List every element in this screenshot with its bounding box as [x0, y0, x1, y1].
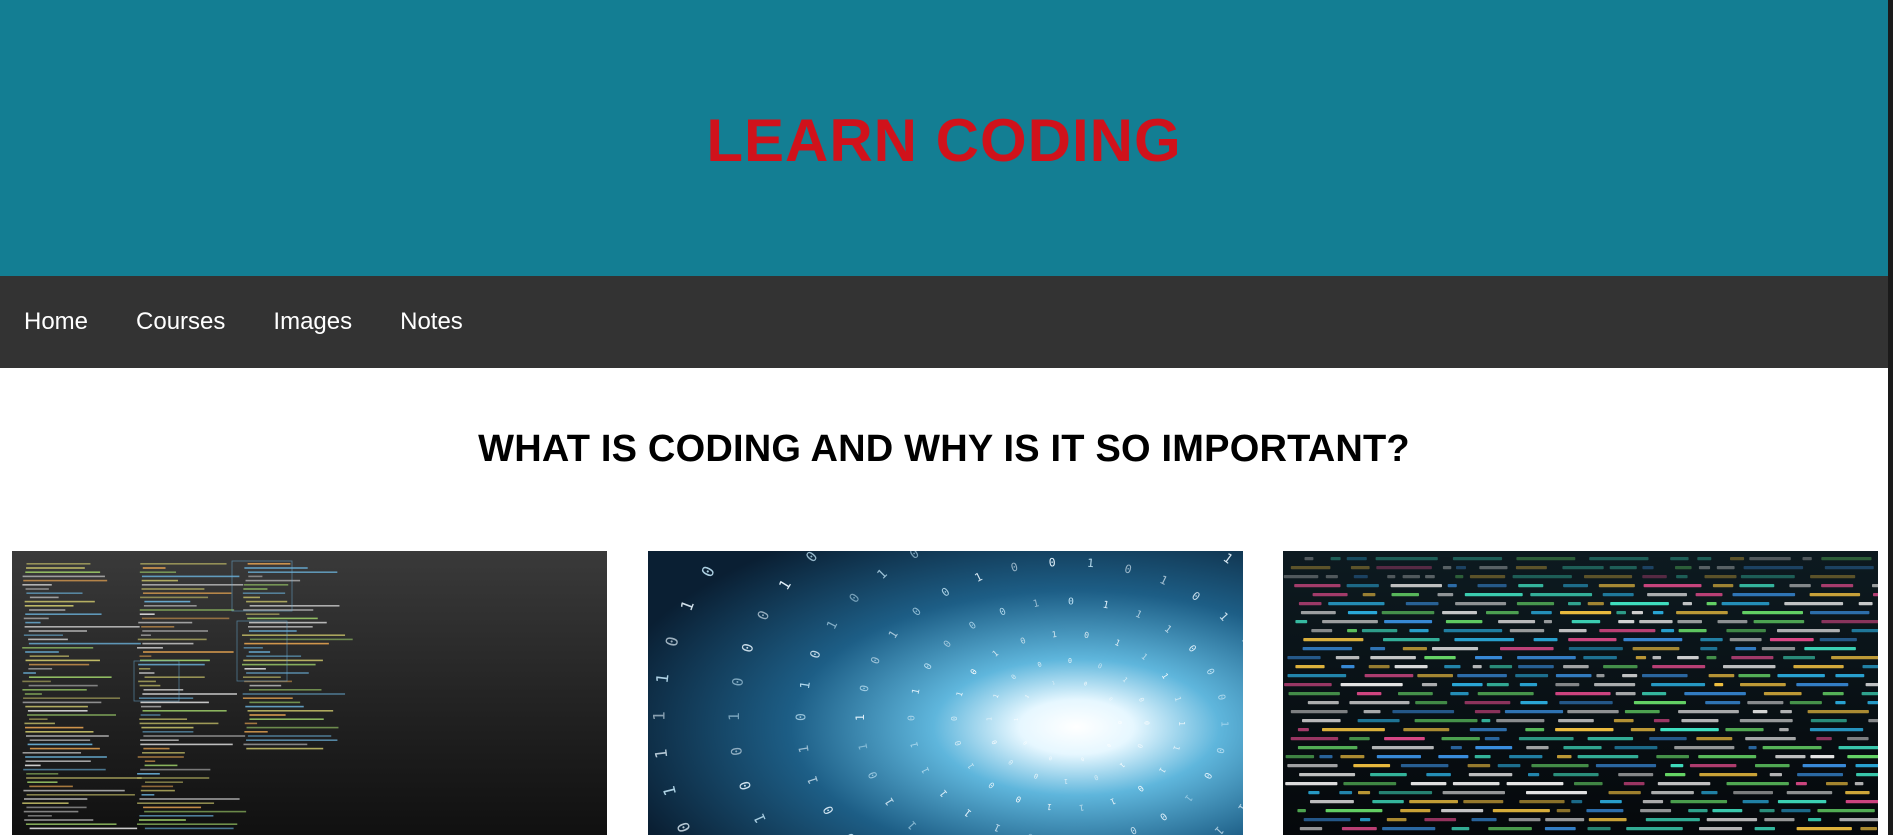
svg-text:0: 0: [1068, 657, 1072, 665]
svg-text:0: 0: [1048, 555, 1056, 570]
image-gallery: 0000011100001010001100001011101110010010…: [12, 551, 1878, 835]
svg-text:1: 1: [1177, 721, 1187, 726]
svg-text:0: 0: [794, 713, 809, 721]
source-code-image: [1283, 551, 1878, 835]
svg-text:0: 0: [1142, 721, 1150, 725]
svg-text:1: 1: [1218, 721, 1229, 727]
svg-text:1: 1: [726, 712, 743, 721]
site-header: LEARN CODING: [0, 0, 1888, 276]
svg-text:1: 1: [853, 714, 867, 721]
nav-link-images[interactable]: Images: [249, 276, 376, 368]
svg-text:1: 1: [649, 711, 668, 721]
site-title: LEARN CODING: [706, 106, 1182, 174]
svg-text:1: 1: [1086, 556, 1094, 571]
nav-link-courses[interactable]: Courses: [112, 276, 249, 368]
svg-text:0: 0: [906, 715, 917, 721]
image-card-binary-tunnel: 0000011100001010001100001011101110010010…: [647, 551, 1243, 835]
svg-text:1: 1: [985, 717, 993, 721]
vertical-scrollbar[interactable]: [1888, 0, 1893, 835]
image-card-source-code: [1283, 551, 1878, 835]
main-nav: Home Courses Images Notes: [0, 276, 1888, 368]
nav-link-notes[interactable]: Notes: [376, 276, 487, 368]
svg-text:0: 0: [1068, 596, 1074, 607]
section-heading: WHAT IS CODING AND WHY IS IT SO IMPORTAN…: [478, 428, 1410, 470]
svg-text:0: 0: [1116, 721, 1122, 724]
image-card-code-editor: [12, 551, 607, 835]
svg-text:0: 0: [949, 716, 959, 721]
svg-text:1: 1: [1064, 777, 1068, 785]
page: LEARN CODING Home Courses Images Notes W…: [0, 0, 1893, 835]
binary-tunnel-image: 00000111 00001010001100 001011101110010010…: [647, 551, 1243, 835]
nav-link-home[interactable]: Home: [0, 276, 112, 368]
dark-terminal-image: [12, 551, 607, 835]
svg-text:1: 1: [1014, 718, 1020, 721]
